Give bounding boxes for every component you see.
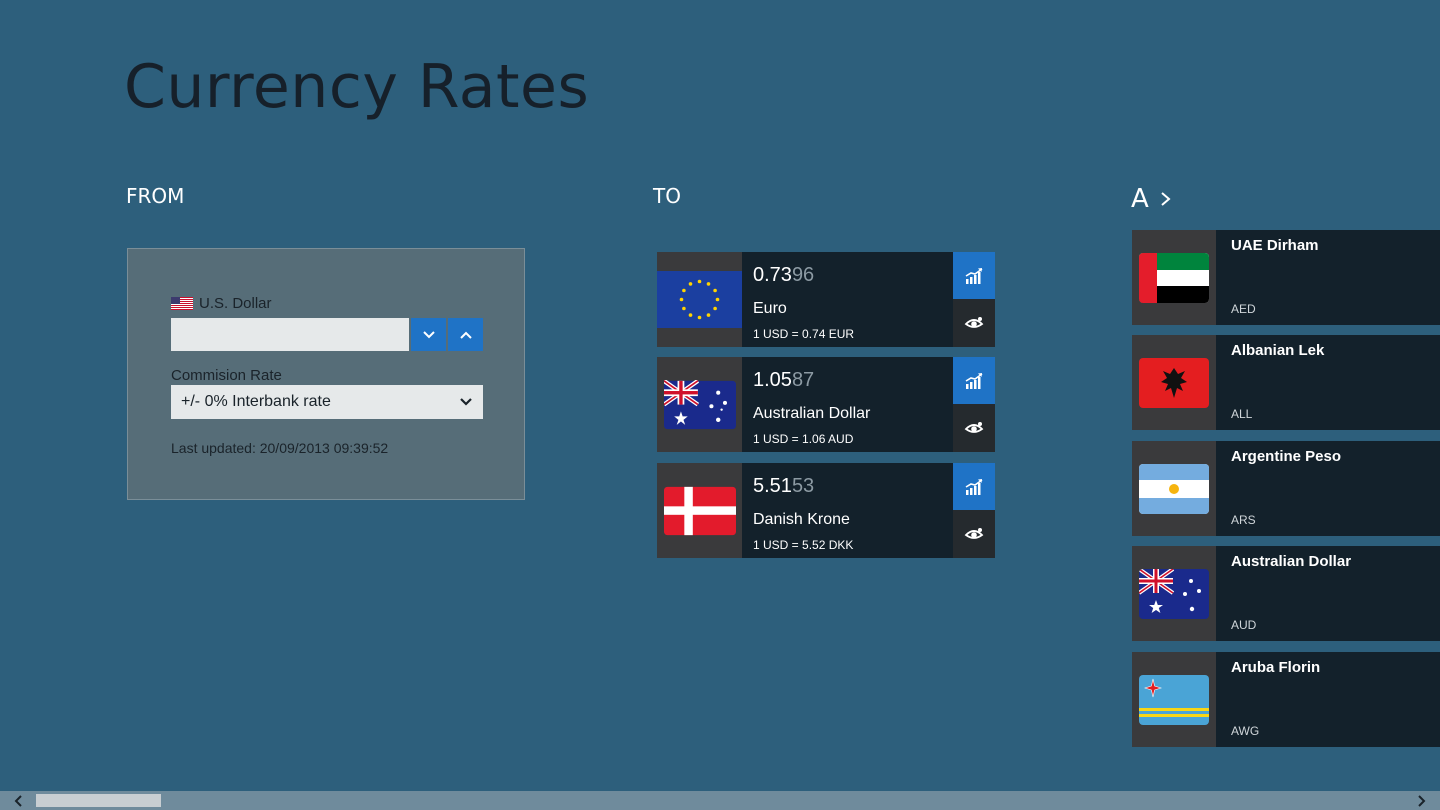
- amount-input[interactable]: [171, 318, 409, 351]
- watch-button[interactable]: [953, 510, 995, 558]
- conversion-text: 1 USD = 1.06 AUD: [753, 432, 854, 446]
- chart-button[interactable]: [953, 463, 995, 510]
- group-letter: A: [1131, 184, 1149, 214]
- to-card-australian-dollar[interactable]: 1.0587 Australian Dollar 1 USD = 1.06 AU…: [657, 357, 995, 452]
- group-header[interactable]: A: [1131, 184, 1175, 214]
- conversion-text: 1 USD = 0.74 EUR: [753, 327, 855, 341]
- australia-flag-icon: [663, 379, 736, 429]
- last-updated-text: Last updated: 20/09/2013 09:39:52: [171, 440, 389, 456]
- chart-button[interactable]: [953, 252, 995, 299]
- currency-name: Argentine Peso: [1231, 448, 1342, 465]
- chevron-right-icon: [1418, 794, 1426, 807]
- increase-button[interactable]: [448, 318, 483, 351]
- rate-value: 5.5153: [753, 475, 815, 497]
- from-heading: FROM: [126, 184, 185, 208]
- flag-container: [657, 252, 742, 347]
- flag-container: [657, 357, 742, 452]
- argentina-flag-icon: [1139, 463, 1209, 514]
- flag-container: [1132, 441, 1216, 536]
- aruba-flag-icon: [1139, 674, 1209, 725]
- denmark-flag-icon: [663, 486, 736, 535]
- page-title: Currency Rates: [124, 52, 590, 122]
- flag-container: [1132, 652, 1216, 747]
- eye-icon: [964, 317, 984, 328]
- australia-flag-icon: [1139, 568, 1209, 619]
- scroll-left-button[interactable]: [4, 791, 34, 810]
- from-panel: U.S. Dollar Commision Rate +/- 0% Interb…: [127, 248, 525, 500]
- decrease-button[interactable]: [411, 318, 446, 351]
- albania-flag-icon: [1139, 357, 1209, 408]
- chart-button[interactable]: [953, 357, 995, 404]
- horizontal-scrollbar[interactable]: [0, 791, 1440, 810]
- conversion-text: 1 USD = 5.52 DKK: [753, 538, 854, 552]
- eu-flag-icon: [657, 271, 742, 328]
- currency-name: Australian Dollar: [1231, 553, 1352, 570]
- eye-icon: [964, 528, 984, 539]
- currency-name: Aruba Florin: [1231, 659, 1321, 676]
- to-heading: TO: [653, 184, 681, 208]
- currency-name: Albanian Lek: [1231, 342, 1325, 359]
- commission-dropdown[interactable]: +/- 0% Interbank rate: [171, 385, 483, 419]
- flag-container: [1132, 335, 1216, 430]
- scroll-thumb[interactable]: [36, 794, 161, 807]
- chevron-right-icon: [1161, 192, 1171, 206]
- currency-code: AUD: [1231, 618, 1257, 632]
- currency-name: Australian Dollar: [753, 405, 871, 422]
- currency-code: AED: [1231, 302, 1256, 316]
- scroll-right-button[interactable]: [1406, 791, 1436, 810]
- watch-button[interactable]: [953, 299, 995, 347]
- commission-selected-value: +/- 0% Interbank rate: [181, 393, 331, 410]
- currency-code: ALL: [1231, 407, 1253, 421]
- list-item-ars[interactable]: Argentine Peso ARS: [1132, 441, 1440, 536]
- eye-icon: [964, 422, 984, 433]
- rate-value: 1.0587: [753, 369, 815, 391]
- chart-icon: [965, 267, 983, 284]
- currency-code: ARS: [1231, 513, 1256, 527]
- chevron-down-icon: [460, 398, 472, 406]
- currency-name: Euro: [753, 300, 787, 317]
- currency-name: UAE Dirham: [1231, 237, 1319, 254]
- from-currency-label: U.S. Dollar: [199, 295, 272, 312]
- chevron-up-icon: [459, 331, 472, 339]
- us-flag-icon: [171, 297, 193, 310]
- commission-label: Commision Rate: [171, 367, 282, 384]
- list-item-all[interactable]: Albanian Lek ALL: [1132, 335, 1440, 430]
- uae-flag-icon: [1139, 252, 1209, 303]
- currency-code: AWG: [1231, 724, 1260, 738]
- to-card-euro[interactable]: 0.7396 Euro 1 USD = 0.74 EUR: [657, 252, 995, 347]
- watch-button[interactable]: [953, 404, 995, 452]
- list-item-aud[interactable]: Australian Dollar AUD: [1132, 546, 1440, 641]
- flag-container: [657, 463, 742, 558]
- rate-value: 0.7396: [753, 264, 815, 286]
- chevron-left-icon: [14, 794, 22, 807]
- flag-container: [1132, 230, 1216, 325]
- list-item-awg[interactable]: Aruba Florin AWG: [1132, 652, 1440, 747]
- currency-name: Danish Krone: [753, 511, 850, 528]
- chevron-down-icon: [422, 330, 435, 338]
- from-currency-selector[interactable]: U.S. Dollar: [171, 295, 272, 312]
- chart-icon: [965, 478, 983, 495]
- to-card-danish-krone[interactable]: 5.5153 Danish Krone 1 USD = 5.52 DKK: [657, 463, 995, 558]
- chart-icon: [965, 372, 983, 389]
- flag-container: [1132, 546, 1216, 641]
- list-item-aed[interactable]: UAE Dirham AED: [1132, 230, 1440, 325]
